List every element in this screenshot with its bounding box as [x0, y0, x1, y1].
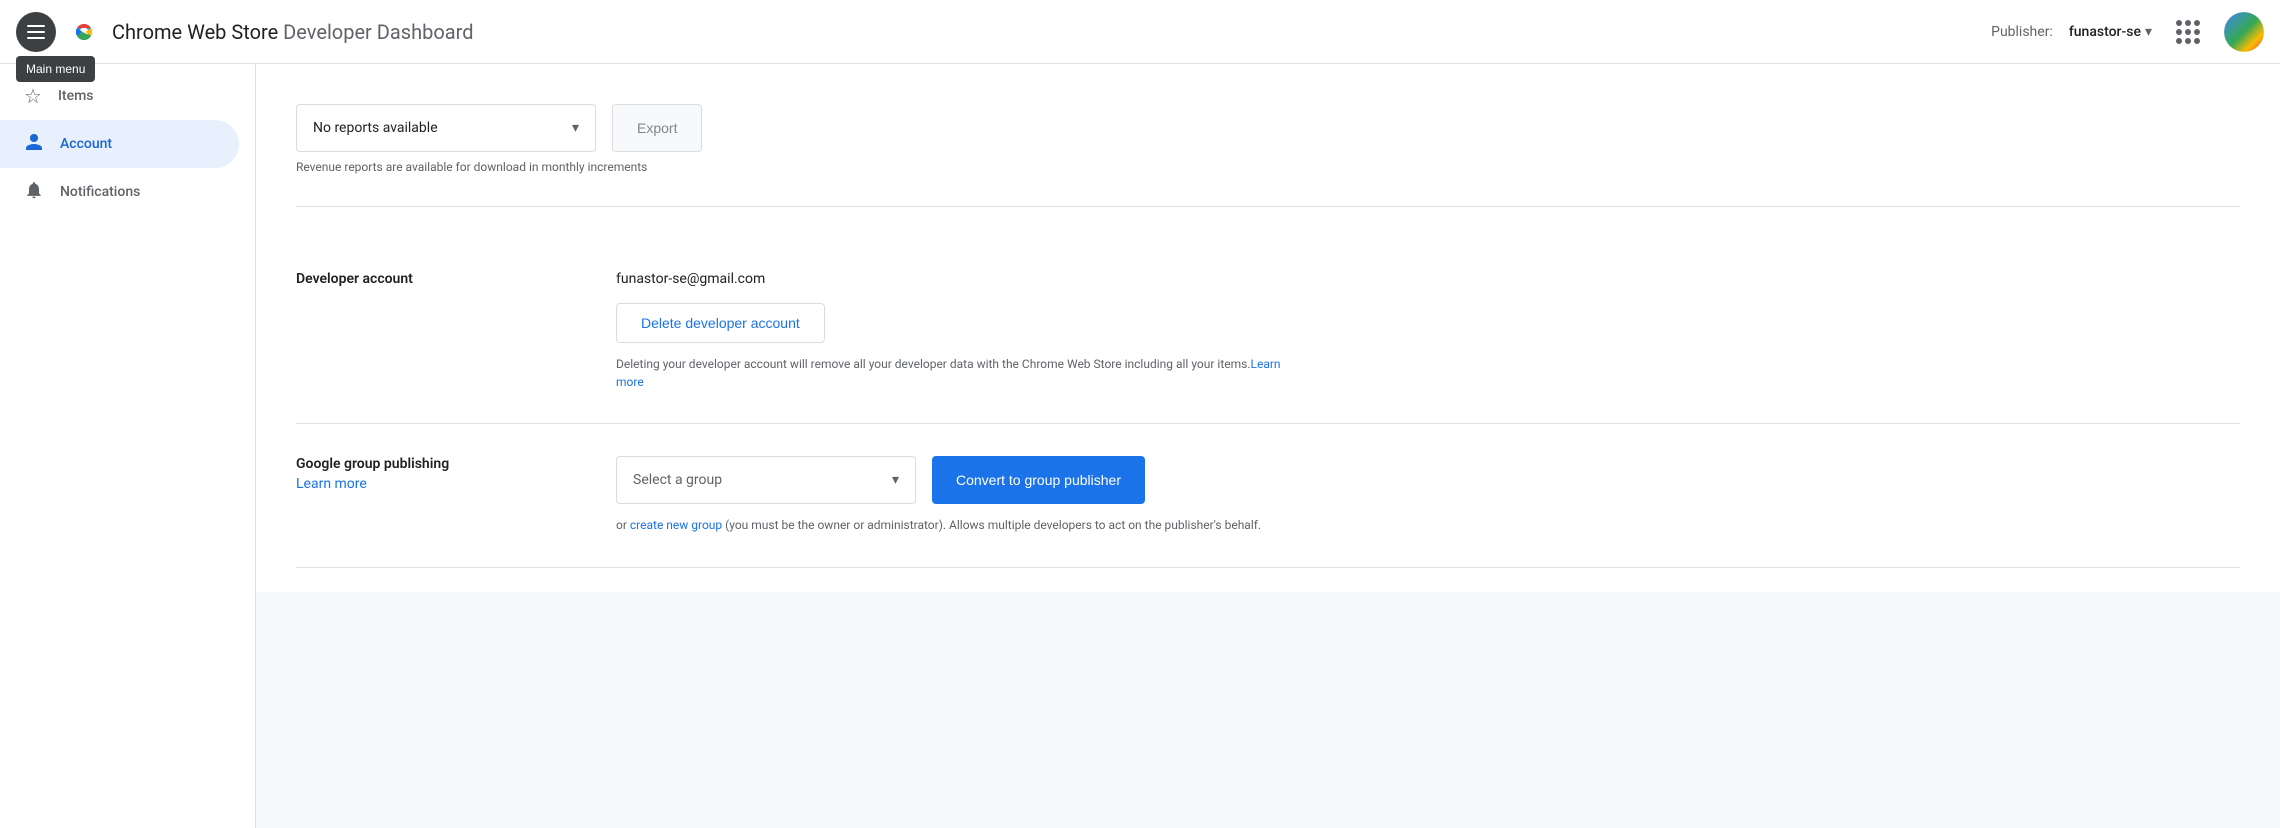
app-title: Chrome Web Store Developer Dashboard: [112, 20, 474, 44]
group-select-arrow: ▾: [892, 472, 899, 488]
reports-dropdown-arrow: ▾: [572, 120, 579, 136]
developer-account-heading: Developer account: [296, 271, 576, 287]
developer-account-section: Developer account funastor-se@gmail.com …: [296, 239, 2240, 424]
developer-email: funastor-se@gmail.com: [616, 271, 2240, 287]
group-publishing-section: Google group publishing Learn more Selec…: [296, 424, 2240, 568]
items-icon: ☆: [24, 84, 42, 108]
content-area: No reports available ▾ Export Revenue re…: [256, 64, 2280, 592]
publisher-dropdown-arrow: ▾: [2145, 24, 2152, 40]
main-content: No reports available ▾ Export Revenue re…: [256, 64, 2280, 828]
chrome-logo: [68, 16, 100, 48]
sidebar: ☆ Items Account Notifications: [0, 64, 256, 828]
reports-dropdown-value: No reports available: [313, 120, 438, 136]
create-new-group-link[interactable]: create new group: [630, 518, 722, 532]
sidebar-item-notifications[interactable]: Notifications: [0, 168, 239, 216]
hamburger-button[interactable]: Main menu: [16, 12, 56, 52]
group-select-placeholder: Select a group: [633, 472, 722, 488]
reports-dropdown[interactable]: No reports available ▾: [296, 104, 596, 152]
group-hint-prefix: or: [616, 518, 630, 532]
group-publishing-controls: Select a group ▾ Convert to group publis…: [616, 456, 2240, 504]
developer-account-label-area: Developer account: [296, 271, 576, 391]
sidebar-item-account[interactable]: Account: [0, 120, 239, 168]
delete-hint-text: Deleting your developer account will rem…: [616, 357, 1251, 371]
account-icon: [24, 132, 44, 157]
sidebar-item-label-account: Account: [60, 136, 112, 152]
publisher-name: funastor-se: [2069, 24, 2141, 40]
publisher-label: Publisher:: [1991, 24, 2053, 40]
delete-account-hint: Deleting your developer account will rem…: [616, 355, 1296, 391]
sidebar-item-label-items: Items: [58, 88, 94, 104]
export-button[interactable]: Export: [612, 104, 702, 152]
delete-developer-account-button[interactable]: Delete developer account: [616, 303, 825, 343]
convert-to-group-publisher-button[interactable]: Convert to group publisher: [932, 456, 1145, 504]
group-publishing-heading: Google group publishing: [296, 456, 576, 472]
avatar[interactable]: [2224, 12, 2264, 52]
app-header: Main menu Chrome Web Store Developer Das…: [0, 0, 2280, 64]
publisher-selector[interactable]: funastor-se ▾: [2069, 24, 2152, 40]
group-publishing-learn-more-link[interactable]: Learn more: [296, 476, 367, 492]
developer-account-content: funastor-se@gmail.com Delete developer a…: [616, 271, 2240, 391]
sidebar-item-label-notifications: Notifications: [60, 184, 140, 200]
group-publishing-label-area: Google group publishing Learn more: [296, 456, 576, 535]
grid-icon: [2176, 20, 2200, 44]
notifications-icon: [24, 180, 44, 205]
group-select-dropdown[interactable]: Select a group ▾: [616, 456, 916, 504]
reports-hint: Revenue reports are available for downlo…: [296, 160, 2240, 174]
reports-section: No reports available ▾ Export Revenue re…: [296, 88, 2240, 207]
group-hint-suffix: (you must be the owner or administrator)…: [722, 518, 1261, 532]
group-publishing-content: Select a group ▾ Convert to group publis…: [616, 456, 2240, 535]
apps-grid-button[interactable]: [2168, 12, 2208, 52]
sidebar-item-items[interactable]: ☆ Items: [0, 72, 239, 120]
group-publishing-hint: or create new group (you must be the own…: [616, 516, 1316, 535]
